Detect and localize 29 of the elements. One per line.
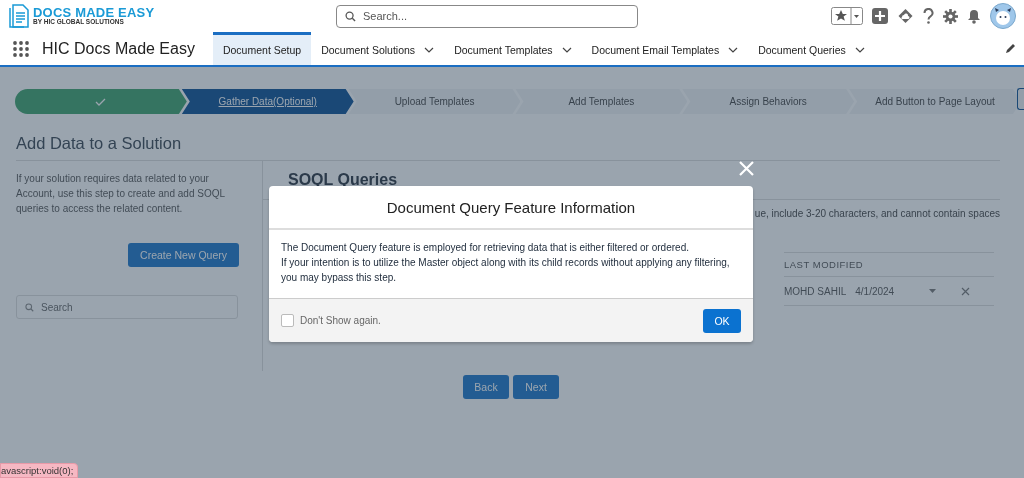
table-cell-text: 4/1/2024 [855, 285, 896, 297]
create-new-query-button[interactable]: Create New Query [128, 243, 239, 267]
dont-show-checkbox[interactable]: Don't Show again. [281, 314, 381, 327]
column-header: LAST MODIFIED [784, 252, 994, 277]
app-name: HIC Docs Made Easy [42, 39, 195, 58]
logo-title: DOCS MADE EASY [33, 6, 155, 20]
modal-text: The Document Query feature is employed for retrieving data that is either filtered or ordered. [281, 241, 690, 255]
path-step[interactable]: Assign Behaviors [682, 89, 855, 114]
nav-tab[interactable]: Document Solutions [311, 32, 445, 65]
section-title: SOQL Queries [288, 171, 398, 190]
modal-text: you may bypass this step. [281, 271, 398, 285]
page-title: Add Data to a Solution [16, 134, 183, 154]
nav-tab[interactable]: Document Queries [748, 32, 875, 65]
back-button[interactable]: Back [463, 375, 509, 399]
modal-title: Document Query Feature Information [386, 198, 636, 216]
path-step[interactable]: Gather Data(Optional) [181, 89, 354, 114]
nav-tab[interactable]: Document Templates [444, 32, 582, 65]
description-text: If your solution requires data related to your Account, use this step to create and add SOQL queries to access the related content. [16, 172, 226, 216]
nav-tab[interactable]: Document Setup [212, 32, 312, 65]
ok-button[interactable]: OK [703, 308, 741, 333]
path-step[interactable]: Add Templates [515, 89, 688, 114]
next-button[interactable]: Next [513, 375, 559, 399]
table-cell: MOHD SAHIL [784, 285, 847, 297]
hint-text: ue, include 3-20 characters, and cannot contain spaces [754, 208, 1000, 219]
search-field[interactable]: Search... [336, 4, 638, 28]
status-link-text: avascript:void(0); [0, 463, 79, 478]
nav-tab[interactable]: Document Email Templates [581, 32, 749, 65]
path-step[interactable]: Upload Templates [348, 89, 521, 114]
modal-text: If your intention is to utilize the Master object along with its child records without applying any filtering, [281, 256, 731, 270]
